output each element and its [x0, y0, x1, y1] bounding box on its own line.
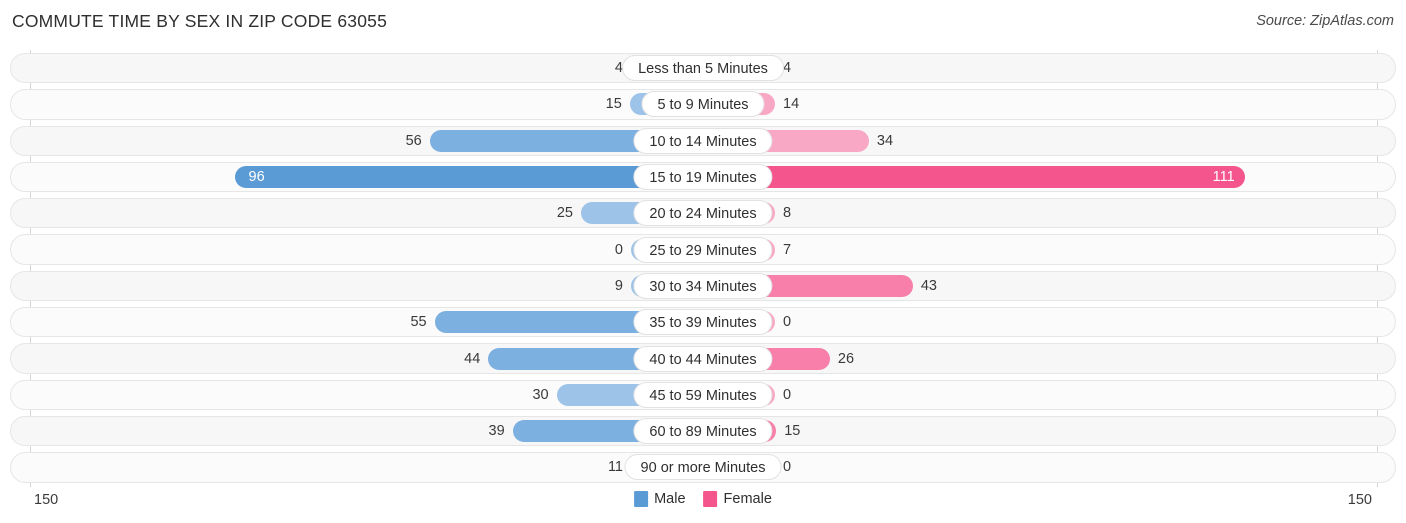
legend-item[interactable]: Male — [634, 491, 686, 507]
value-label-female: 111 — [1212, 169, 1235, 186]
chart-header: COMMUTE TIME BY SEX IN ZIP CODE 63055 So… — [0, 0, 1406, 42]
value-label-female: 0 — [783, 459, 792, 476]
value-label-male: 11 — [607, 459, 623, 476]
category-label: 40 to 44 Minutes — [633, 345, 773, 372]
value-label-female: 0 — [783, 314, 792, 331]
chart-footer: 150 Male Female 150 — [0, 487, 1406, 523]
legend-label: Male — [654, 491, 686, 507]
category-label: 60 to 89 Minutes — [633, 418, 773, 445]
table-row[interactable]: 56 34 10 to 14 Minutes — [0, 123, 1406, 159]
table-row[interactable]: 4 4 Less than 5 Minutes — [0, 50, 1406, 86]
row-bars: 4 4 Less than 5 Minutes — [0, 50, 1406, 86]
value-label-male: 39 — [488, 423, 505, 440]
row-bars: 9 43 30 to 34 Minutes — [0, 268, 1406, 304]
legend-swatch-icon — [634, 491, 649, 507]
source-attribution: Source: ZipAtlas.com — [1256, 13, 1394, 29]
value-label-female: 34 — [876, 132, 894, 149]
category-label: 15 to 19 Minutes — [633, 164, 773, 191]
table-row[interactable]: 96 111 15 to 19 Minutes — [0, 159, 1406, 195]
table-row[interactable]: 0 7 25 to 29 Minutes — [0, 231, 1406, 267]
bar-female[interactable] — [703, 166, 1245, 189]
value-label-female: 4 — [783, 60, 792, 77]
value-label-male: 96 — [248, 169, 265, 186]
axis-max-left: 150 — [34, 492, 59, 508]
value-label-male: 0 — [614, 241, 623, 258]
category-label: 5 to 9 Minutes — [641, 91, 765, 118]
value-label-male: 15 — [605, 96, 622, 113]
row-bars: 56 34 10 to 14 Minutes — [0, 123, 1406, 159]
bar-rows-container: 4 4 Less than 5 Minutes 15 14 5 to 9 Minutes 5… — [0, 50, 1406, 486]
axis-max-right: 150 — [1347, 492, 1372, 508]
legend-label: Female — [723, 491, 772, 507]
category-label: 20 to 24 Minutes — [633, 200, 773, 227]
row-bars: 55 0 35 to 39 Minutes — [0, 304, 1406, 340]
row-bars: 15 14 5 to 9 Minutes — [0, 86, 1406, 122]
value-label-male: 56 — [405, 132, 422, 149]
value-label-male: 55 — [410, 314, 427, 331]
table-row[interactable]: 30 0 45 to 59 Minutes — [0, 377, 1406, 413]
row-bars: 25 8 20 to 24 Minutes — [0, 195, 1406, 231]
value-label-female: 8 — [783, 205, 792, 222]
category-label: 30 to 34 Minutes — [633, 272, 773, 299]
row-bars: 96 111 15 to 19 Minutes — [0, 159, 1406, 195]
table-row[interactable]: 55 0 35 to 39 Minutes — [0, 304, 1406, 340]
chart-legend: Male Female — [634, 491, 772, 507]
table-row[interactable]: 9 43 30 to 34 Minutes — [0, 268, 1406, 304]
value-label-male: 4 — [614, 60, 623, 77]
value-label-male: 44 — [464, 350, 481, 367]
row-bars: 11 0 90 or more Minutes — [0, 449, 1406, 485]
row-bars: 39 15 60 to 89 Minutes — [0, 413, 1406, 449]
value-label-male: 30 — [532, 386, 549, 403]
page-title: COMMUTE TIME BY SEX IN ZIP CODE 63055 — [12, 11, 388, 31]
table-row[interactable]: 11 0 90 or more Minutes — [0, 449, 1406, 485]
legend-item[interactable]: Female — [703, 491, 772, 507]
row-bars: 30 0 45 to 59 Minutes — [0, 377, 1406, 413]
category-label: 25 to 29 Minutes — [633, 236, 773, 263]
chart-plot-area: 4 4 Less than 5 Minutes 15 14 5 to 9 Minutes 5… — [0, 50, 1406, 487]
category-label: 90 or more Minutes — [624, 454, 782, 481]
value-label-female: 0 — [783, 386, 792, 403]
value-label-female: 26 — [837, 350, 855, 367]
table-row[interactable]: 44 26 40 to 44 Minutes — [0, 340, 1406, 376]
value-label-female: 14 — [783, 96, 800, 113]
category-label: 45 to 59 Minutes — [633, 381, 773, 408]
table-row[interactable]: 15 14 5 to 9 Minutes — [0, 86, 1406, 122]
category-label: Less than 5 Minutes — [622, 55, 784, 82]
legend-swatch-icon — [703, 491, 718, 507]
table-row[interactable]: 39 15 60 to 89 Minutes — [0, 413, 1406, 449]
value-label-female: 7 — [783, 241, 792, 258]
value-label-female: 15 — [784, 423, 801, 440]
table-row[interactable]: 25 8 20 to 24 Minutes — [0, 195, 1406, 231]
category-label: 35 to 39 Minutes — [633, 309, 773, 336]
row-bars: 0 7 25 to 29 Minutes — [0, 231, 1406, 267]
value-label-female: 43 — [920, 277, 937, 294]
value-label-male: 9 — [614, 277, 623, 294]
value-label-male: 25 — [556, 205, 573, 222]
category-label: 10 to 14 Minutes — [633, 127, 773, 154]
row-bars: 44 26 40 to 44 Minutes — [0, 340, 1406, 376]
